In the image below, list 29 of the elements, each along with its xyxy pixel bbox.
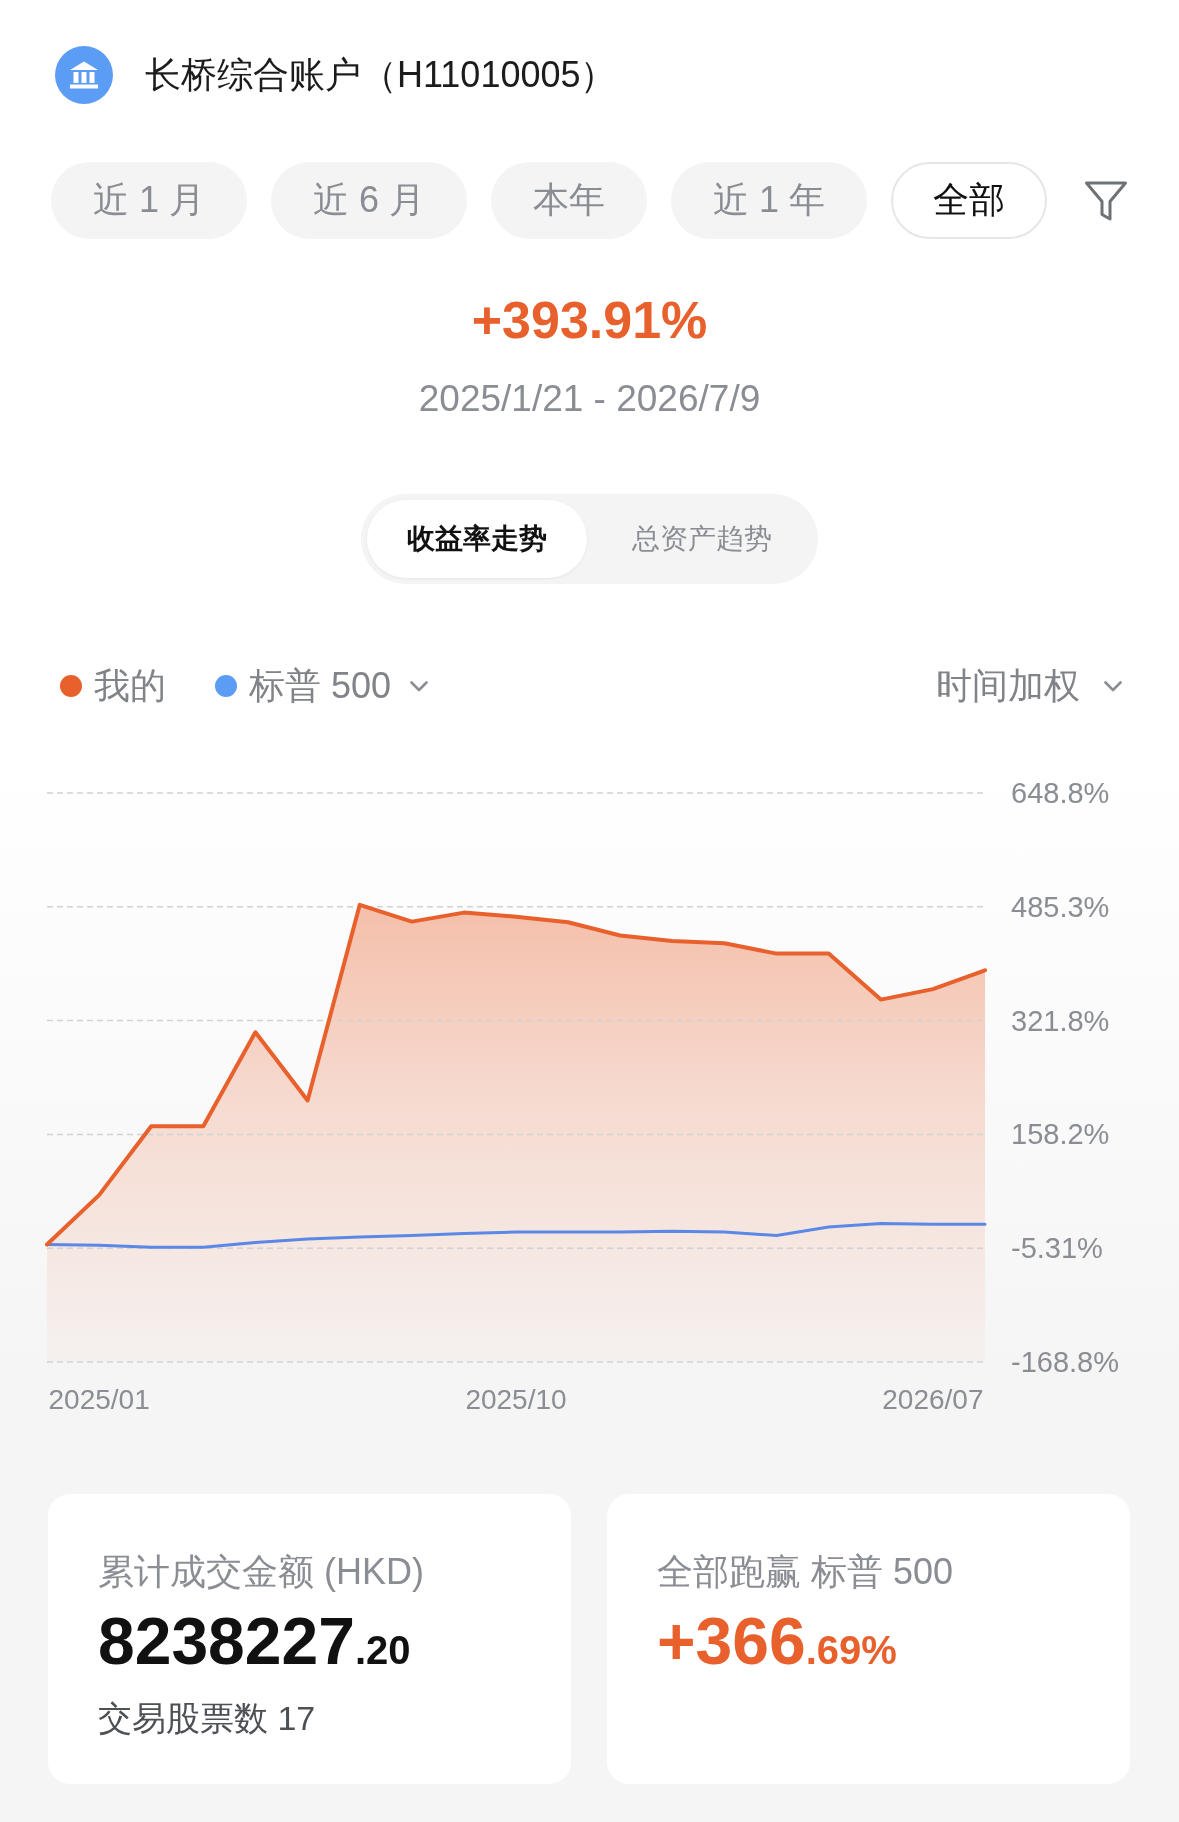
method-dropdown[interactable]: 时间加权: [936, 666, 1122, 706]
card-label: 全部跑赢 标普 500: [657, 1550, 955, 1594]
y-axis-label: 158.2%: [1011, 1118, 1110, 1151]
card-value: +366.69%: [657, 1604, 898, 1680]
view-tab[interactable]: 收益率走势: [367, 500, 587, 578]
y-axis-label: 648.8%: [1011, 777, 1110, 809]
bank-icon: [55, 46, 113, 104]
period-tab[interactable]: 全部: [891, 162, 1048, 239]
y-axis-label: -168.8%: [1011, 1346, 1119, 1378]
account-title: 长桥综合账户（H11010005）: [145, 53, 617, 97]
legend-label: 我的: [94, 666, 166, 706]
series-dropdown[interactable]: 标普 500: [215, 666, 429, 706]
period-tab[interactable]: 近 1 月: [51, 162, 248, 239]
x-axis-label: 2025/10: [465, 1383, 567, 1415]
period-tab[interactable]: 近 1 年: [671, 162, 868, 239]
date-range: 2025/1/21 - 2026/7/9: [418, 377, 761, 421]
view-tab[interactable]: 总资产趋势: [592, 500, 812, 578]
card-label: 累计成交金额 (HKD): [98, 1550, 425, 1594]
period-tab[interactable]: 本年: [491, 162, 648, 239]
y-axis-label: 485.3%: [1011, 890, 1110, 923]
card-note: 交易股票数 17: [98, 1698, 317, 1739]
period-tab[interactable]: 近 6 月: [271, 162, 468, 239]
x-axis-label: 2025/01: [48, 1383, 150, 1415]
card-value: 8238227.20: [98, 1604, 412, 1680]
chevron-down-icon: [1104, 680, 1122, 692]
y-axis-label: 321.8%: [1011, 1004, 1110, 1037]
x-axis-label: 2026/07: [882, 1383, 984, 1415]
y-axis-label: -5.31%: [1011, 1232, 1103, 1265]
total-return: +393.91%: [471, 290, 708, 350]
